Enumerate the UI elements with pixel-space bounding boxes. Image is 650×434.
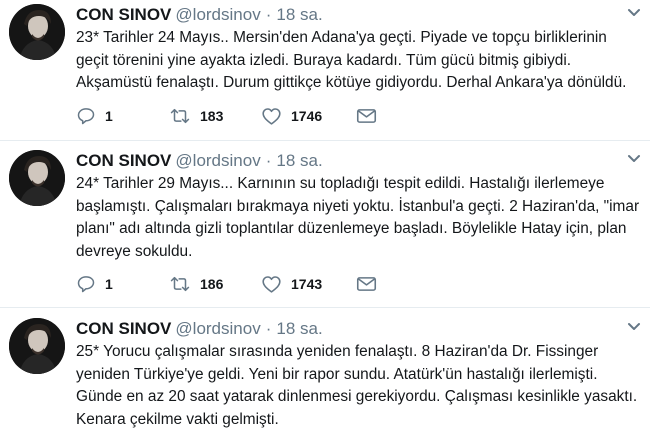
timestamp[interactable]: 18 sa.	[276, 319, 322, 338]
like-button[interactable]: 1743	[261, 273, 322, 295]
tweet-text: 25* Yorucu çalışmalar sırasında yeniden …	[76, 343, 638, 428]
reply-count: 1	[105, 108, 113, 124]
avatar-image	[9, 318, 65, 374]
tweet-header: CON SINOV @lordsinov · 18 sa.	[76, 318, 323, 340]
tweet[interactable]: CON SINOV @lordsinov · 18 sa. 23* Tarihler …	[0, 4, 650, 134]
user-handle[interactable]: @lordsinov	[175, 5, 260, 24]
retweet-button[interactable]: 183	[169, 105, 223, 127]
tweet[interactable]: CON SINOV @lordsinov · 18 sa. 25* Yorucu ça…	[0, 318, 650, 434]
direct-message-button[interactable]	[356, 105, 377, 127]
message-icon	[356, 277, 377, 291]
retweet-count: 186	[200, 276, 224, 292]
retweet-button[interactable]: 186	[169, 273, 223, 295]
reply-count: 1	[105, 276, 113, 292]
like-count: 1746	[291, 108, 323, 124]
reply-icon	[77, 108, 95, 125]
tweet[interactable]: CON SINOV @lordsinov · 18 sa. 24* Tarihler …	[0, 150, 650, 300]
direct-message-button[interactable]	[356, 273, 377, 295]
display-name[interactable]: CON SINOV	[76, 5, 171, 24]
reply-icon	[77, 276, 95, 293]
tweet-text: 24* Tarihler 29 Mayıs... Karnının su top…	[76, 175, 640, 260]
reply-button[interactable]: 1	[76, 273, 113, 295]
caret-down-icon[interactable]	[627, 154, 641, 164]
user-handle[interactable]: @lordsinov	[175, 151, 260, 170]
avatar-image	[9, 4, 65, 60]
avatar[interactable]	[9, 150, 65, 206]
tweet-actions: 1 183 1746	[76, 105, 396, 127]
like-count: 1743	[291, 276, 323, 292]
retweet-icon	[170, 276, 190, 292]
display-name[interactable]: CON SINOV	[76, 319, 171, 338]
like-icon	[262, 108, 281, 125]
like-button[interactable]: 1746	[261, 105, 322, 127]
retweet-count: 183	[200, 108, 224, 124]
message-icon	[356, 109, 377, 123]
user-handle[interactable]: @lordsinov	[175, 319, 260, 338]
tweet-actions: 1 186 1743	[76, 273, 396, 295]
caret-down-icon[interactable]	[627, 322, 641, 332]
divider	[0, 140, 650, 141]
timestamp[interactable]: 18 sa.	[276, 151, 322, 170]
divider	[0, 307, 650, 308]
caret-down-icon[interactable]	[627, 8, 641, 18]
avatar[interactable]	[9, 4, 65, 60]
like-icon	[262, 276, 281, 293]
tweet-header: CON SINOV @lordsinov · 18 sa.	[76, 4, 323, 26]
display-name[interactable]: CON SINOV	[76, 151, 171, 170]
tweet-header: CON SINOV @lordsinov · 18 sa.	[76, 150, 323, 172]
retweet-icon	[170, 108, 190, 124]
tweet-text: 23* Tarihler 24 Mayıs.. Mersin'den Adana…	[76, 29, 627, 91]
separator: ·	[265, 151, 272, 170]
avatar-image	[9, 150, 65, 206]
separator: ·	[265, 319, 272, 338]
timestamp[interactable]: 18 sa.	[276, 5, 322, 24]
avatar[interactable]	[9, 318, 65, 374]
separator: ·	[265, 5, 272, 24]
reply-button[interactable]: 1	[76, 105, 113, 127]
